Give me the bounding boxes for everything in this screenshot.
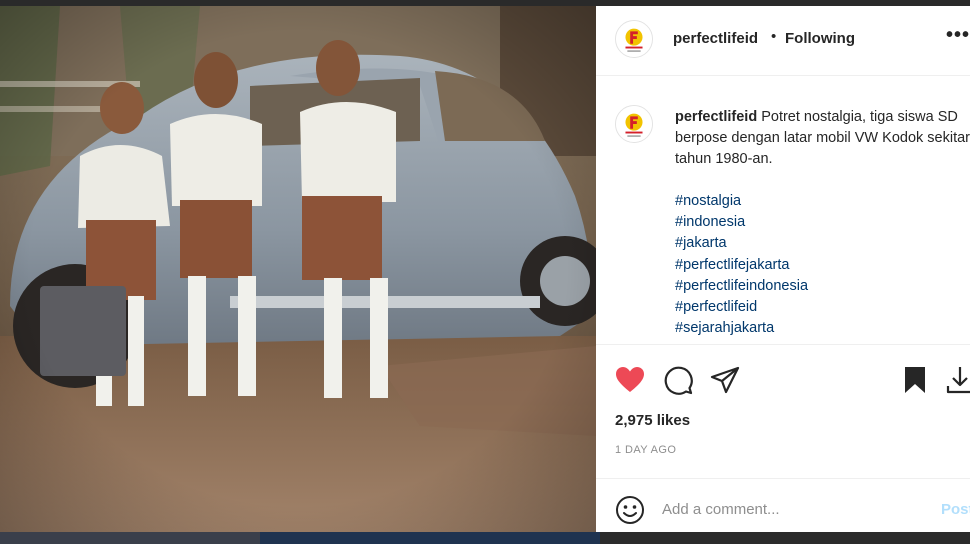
following-button[interactable]: Following	[785, 30, 855, 47]
caption-username-link[interactable]: perfectlifeid	[675, 109, 757, 125]
share-icon[interactable]	[709, 364, 741, 396]
separator-dot: •	[771, 28, 777, 45]
hashtag-link[interactable]: #perfectlifeid	[675, 297, 808, 318]
username-link[interactable]: perfectlifeid	[673, 30, 758, 47]
download-icon[interactable]	[944, 364, 970, 396]
bookmark-icon[interactable]	[899, 364, 931, 396]
caption-area: perfectlifeid Potret nostalgia, tiga sis…	[596, 77, 970, 345]
hashtag-link[interactable]: #perfectlifeindonesia	[675, 276, 808, 297]
caption-avatar[interactable]	[615, 105, 653, 143]
hashtag-list: #nostalgia #indonesia #jakarta #perfectl…	[675, 191, 808, 339]
perfectlife-logo-icon	[616, 21, 652, 57]
post-timestamp[interactable]: 1 DAY AGO	[615, 444, 676, 456]
avatar[interactable]	[615, 20, 653, 58]
comment-icon[interactable]	[662, 364, 694, 396]
bottom-strip	[0, 532, 970, 544]
vintage-photo-image	[0, 6, 596, 532]
ellipsis-icon[interactable]: •••	[946, 24, 970, 47]
likes-count[interactable]: 2,975 likes	[615, 412, 690, 429]
heart-icon[interactable]	[614, 364, 646, 396]
smiley-icon[interactable]	[615, 495, 645, 525]
post-header: perfectlifeid • Following •••	[596, 6, 970, 76]
perfectlife-logo-icon	[616, 106, 652, 142]
comment-bar: Post	[596, 478, 970, 532]
comment-input[interactable]	[662, 497, 932, 521]
hashtag-link[interactable]: #jakarta	[675, 233, 808, 254]
action-bar	[596, 356, 970, 400]
post-photo[interactable]	[0, 6, 596, 532]
post-comment-button[interactable]: Post	[941, 501, 970, 518]
hashtag-link[interactable]: #sejarahjakarta	[675, 318, 808, 339]
hashtag-link[interactable]: #indonesia	[675, 212, 808, 233]
caption-text: perfectlifeid Potret nostalgia, tiga sis…	[675, 107, 970, 170]
post-panel: perfectlifeid • Following ••• perfectlif…	[596, 6, 970, 532]
hashtag-link[interactable]: #nostalgia	[675, 191, 808, 212]
hashtag-link[interactable]: #perfectlifejakarta	[675, 255, 808, 276]
